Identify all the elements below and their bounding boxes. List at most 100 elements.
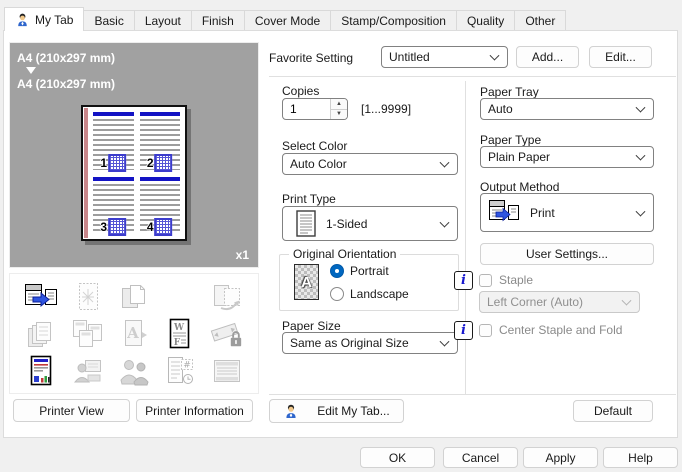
svg-text:F: F	[174, 338, 181, 348]
user-authentication-icon	[71, 355, 105, 387]
add-favorite-button[interactable]: Add...	[516, 46, 579, 68]
copies-stepper[interactable]	[282, 98, 348, 120]
tab-label: Basic	[94, 13, 124, 28]
setting-status-icon-grid: A W F #	[9, 273, 259, 394]
copies-input[interactable]	[283, 99, 330, 119]
apply-label: Apply	[545, 450, 576, 465]
paper-tray-select[interactable]: Auto	[480, 98, 654, 120]
landscape-radio-row[interactable]: Landscape	[330, 287, 409, 301]
tab-my-tab[interactable]: My Tab	[4, 7, 85, 31]
original-size-label: A4 (210x297 mm)	[17, 51, 116, 65]
staple-position-value: Left Corner (Auto)	[487, 295, 584, 309]
portrait-radio-row[interactable]: Portrait	[330, 264, 389, 278]
tab-cover-mode[interactable]: Cover Mode	[243, 10, 332, 30]
output-method-value: Print	[530, 205, 555, 220]
paper-type-select[interactable]: Plain Paper	[480, 146, 654, 168]
one-sided-page-icon	[296, 210, 316, 237]
chevron-down-icon	[635, 150, 646, 161]
edit-favorite-label: Edit...	[605, 50, 636, 64]
spin-up-icon[interactable]	[331, 99, 347, 110]
preview-zoom-label: x1	[235, 248, 249, 262]
copies-label: Copies	[282, 84, 320, 98]
tab-other[interactable]: Other	[514, 10, 567, 30]
page-header-bar	[93, 176, 134, 181]
page-grid-icon	[154, 153, 173, 172]
page-number: 4	[146, 220, 154, 234]
collate-pages-icon	[24, 318, 58, 350]
center-staple-checkbox[interactable]	[479, 323, 492, 337]
tab-label: My Tab	[35, 12, 74, 27]
staple-info-button[interactable]: i	[454, 271, 473, 290]
preview-page: 1 2 3 4	[81, 105, 187, 241]
default-label: Default	[593, 404, 633, 418]
paper-tray-value: Auto	[488, 102, 513, 116]
tab-label: Cover Mode	[254, 13, 321, 28]
printer-information-button[interactable]: Printer Information	[136, 399, 253, 422]
landscape-radio[interactable]	[330, 287, 344, 301]
tab-layout[interactable]: Layout	[133, 10, 192, 30]
paper-tray-label: Paper Tray	[480, 85, 539, 99]
page-number: 2	[146, 155, 154, 170]
print-type-select[interactable]: 1-Sided	[282, 206, 458, 241]
user-settings-button[interactable]: User Settings...	[480, 243, 654, 265]
staple-checkbox[interactable]	[479, 273, 492, 287]
chevron-down-icon	[621, 295, 632, 306]
chevron-down-icon	[439, 217, 450, 228]
paper-type-value: Plain Paper	[488, 150, 551, 164]
favorite-setting-value: Untitled	[389, 50, 430, 64]
apply-button[interactable]: Apply	[523, 447, 598, 468]
page-grid-icon	[108, 218, 127, 236]
output-method-select[interactable]: Print	[480, 193, 654, 232]
cancel-label: Cancel	[461, 450, 500, 465]
default-button[interactable]: Default	[573, 400, 653, 422]
tab-stamp-composition[interactable]: Stamp/Composition	[330, 10, 457, 30]
spin-down-icon[interactable]	[331, 109, 347, 119]
account-track-icon	[117, 355, 151, 387]
paper-size-select[interactable]: Same as Original Size	[282, 332, 458, 354]
chevron-down-icon	[439, 157, 450, 168]
user-settings-label: User Settings...	[525, 247, 609, 261]
page-number-badge: 1	[100, 153, 127, 172]
page-number: 1	[100, 155, 108, 170]
separator	[269, 76, 676, 77]
tab-finish[interactable]: Finish	[190, 10, 245, 30]
printer-properties-dialog: My Tab Basic Layout Finish Cover Mode St…	[0, 0, 682, 472]
printer-view-button[interactable]: Printer View	[13, 399, 130, 422]
portrait-radio[interactable]	[330, 264, 344, 278]
orientation-portrait-icon: A	[294, 264, 319, 300]
page-grid-icon	[108, 153, 127, 172]
page-grid-icon	[154, 218, 173, 236]
color-settings-icon	[24, 355, 58, 387]
center-staple-info-button[interactable]: i	[454, 321, 473, 340]
edit-my-tab-button[interactable]: Edit My Tab...	[269, 399, 404, 423]
tab-quality[interactable]: Quality	[455, 10, 516, 30]
combination-page-icon	[71, 281, 105, 313]
page-thumbnail: 3	[93, 176, 134, 236]
original-orientation-group: Original Orientation A Portrait Landscap…	[279, 247, 459, 311]
column-divider	[465, 81, 466, 394]
staple-checkbox-row[interactable]: Staple	[479, 273, 533, 287]
printer-output-icon	[488, 199, 520, 227]
print-type-label: Print Type	[282, 192, 336, 206]
cancel-button[interactable]: Cancel	[443, 447, 518, 468]
edit-favorite-button[interactable]: Edit...	[589, 46, 652, 68]
binding-edge-indicator	[84, 108, 88, 238]
empty-cell	[163, 281, 197, 313]
center-staple-label: Center Staple and Fold	[499, 323, 623, 337]
favorite-setting-select[interactable]: Untitled	[381, 46, 508, 68]
svg-text:A: A	[126, 324, 139, 342]
tab-basic[interactable]: Basic	[83, 10, 135, 30]
page-thumbnail: 4	[139, 176, 180, 236]
svg-text:W: W	[173, 323, 185, 333]
ok-button[interactable]: OK	[360, 447, 435, 468]
select-color-select[interactable]: Auto Color	[282, 153, 458, 175]
page-number-badge: 2	[146, 153, 173, 172]
output-size-label: A4 (210x297 mm)	[17, 77, 116, 91]
help-button[interactable]: Help	[603, 447, 678, 468]
page-thumbnail: 2	[139, 112, 180, 172]
printer-information-label: Printer Information	[145, 403, 244, 418]
portrait-label: Portrait	[350, 264, 389, 278]
center-staple-checkbox-row[interactable]: Center Staple and Fold	[479, 323, 622, 337]
watermark-icon: A	[117, 318, 151, 350]
ok-label: OK	[388, 450, 407, 465]
